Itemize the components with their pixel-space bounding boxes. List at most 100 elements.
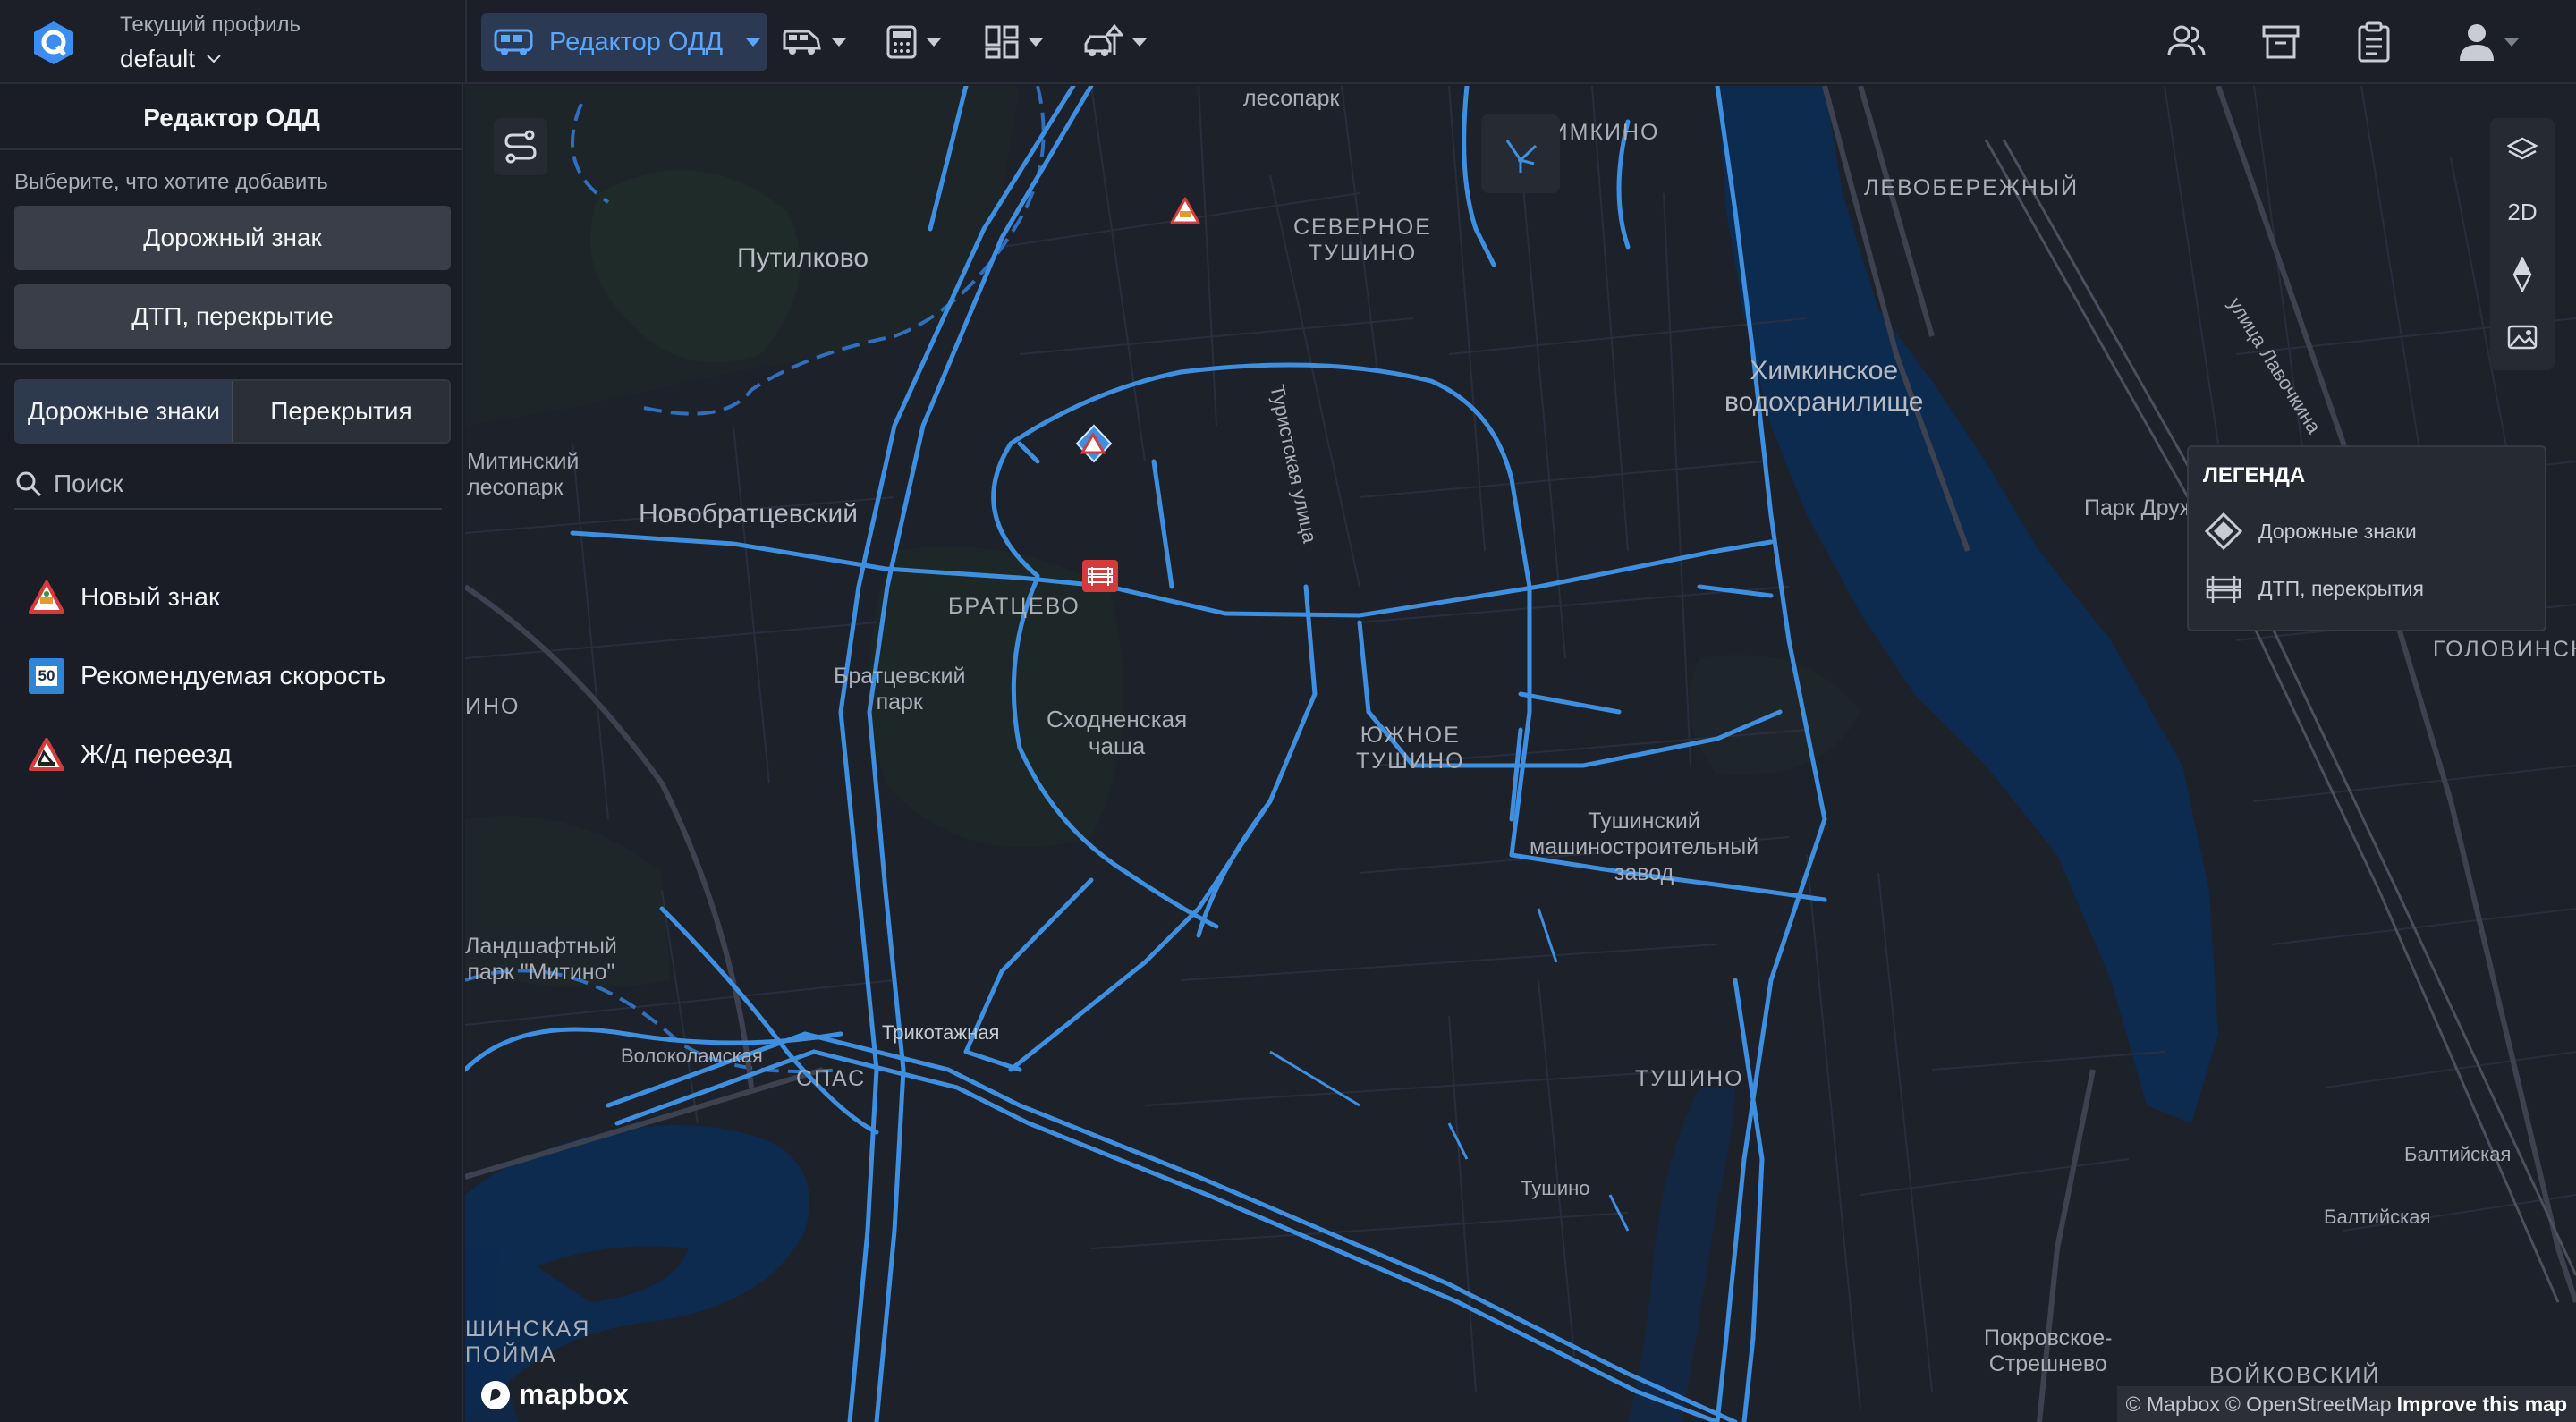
map-label: Митинский лесопарк <box>467 449 580 500</box>
sign-item-label: Рекомендуемая скорость <box>80 661 386 690</box>
barrier-icon <box>2206 576 2241 603</box>
map-attribution: © Mapbox © OpenStreetMap Improve this ma… <box>2116 1386 2576 1422</box>
warning-triangle-sign-icon <box>29 580 64 614</box>
legend-item: ДТП, перекрытия <box>2205 569 2424 608</box>
caret-down-icon <box>1132 38 1147 47</box>
map-label: Балтийская <box>2324 1206 2431 1228</box>
map-label: Тушинский машиностроительный завод <box>1530 808 1759 885</box>
caret-down-icon <box>927 38 941 47</box>
add-road-sign-button[interactable]: Дорожный знак <box>14 206 451 270</box>
measure-tool-button[interactable] <box>1481 114 1560 193</box>
map-controls-rail: 2D <box>2490 118 2555 370</box>
archive-icon[interactable] <box>2259 20 2302 64</box>
map-label: СЕВЕРНОЕ ТУШИНО <box>1293 215 1432 266</box>
sign-item-label: Ж/д переезд <box>80 740 232 769</box>
route-tool-button[interactable] <box>494 118 547 175</box>
caret-down-icon <box>832 38 846 47</box>
map-legend: ЛЕГЕНДА Дорожные знаки ДТП, перекрытия <box>2187 445 2546 631</box>
sign-item-speed[interactable]: 50 Рекомендуемая скорость <box>29 653 386 699</box>
add-incident-button[interactable]: ДТП, перекрытие <box>14 284 451 349</box>
dashboard-menu-button[interactable] <box>984 18 1043 66</box>
calculator-menu-button[interactable] <box>886 18 941 66</box>
car-sign-icon <box>1084 24 1123 56</box>
legend-item: Дорожные знаки <box>2205 512 2417 551</box>
speed-50-sign-icon: 50 <box>29 658 64 694</box>
top-bar: Текущий профиль default Редактор ОДД <box>0 0 2576 84</box>
tab-road-signs[interactable]: Дорожные знаки <box>16 381 233 442</box>
sign-item-label: Новый знак <box>80 582 220 612</box>
map-label: ЛЕВОБЕРЕЖНЫЙ <box>1864 175 2080 200</box>
divider <box>465 0 467 84</box>
map-label: Тушино <box>1521 1177 1590 1199</box>
clipboard-icon[interactable] <box>2352 20 2395 64</box>
mode-selector-button[interactable]: Редактор ОДД <box>481 13 767 71</box>
sign-item-new[interactable]: Новый знак <box>29 574 220 621</box>
compass-lines-icon <box>1505 140 1538 173</box>
caret-down-icon <box>746 38 761 47</box>
caret-down-icon <box>1029 38 1043 47</box>
profile-selector[interactable]: Текущий профиль default <box>120 13 301 73</box>
map-label: Балтийская <box>2404 1143 2512 1165</box>
calculator-icon <box>886 25 917 59</box>
improve-map-link[interactable]: Improve this map <box>2397 1392 2567 1417</box>
map-label: БРАТЦЕВО <box>948 594 1080 619</box>
sign-item-railway[interactable]: Ж/д переезд <box>29 732 232 778</box>
map-label: Новобратцевский <box>639 499 859 529</box>
chevron-down-icon <box>207 55 221 63</box>
minibus-icon <box>783 30 821 55</box>
incidents-menu-button[interactable] <box>1082 18 1147 66</box>
toggle-2d-button[interactable]: 2D <box>2490 181 2555 243</box>
users-icon[interactable] <box>2165 20 2207 64</box>
map-label: Трикотажная <box>882 1021 1000 1044</box>
mapbox-logo[interactable]: mapbox <box>479 1378 629 1411</box>
vehicles-menu-button[interactable] <box>782 18 846 66</box>
profile-value: default <box>120 45 196 72</box>
legend-title: ЛЕГЕНДА <box>2203 463 2306 487</box>
attribution-osm-link[interactable]: © OpenStreetMap <box>2225 1392 2392 1417</box>
divider <box>0 148 463 150</box>
profile-caption: Текущий профиль <box>120 13 301 37</box>
layers-icon <box>2507 137 2538 160</box>
compass-button[interactable] <box>2490 243 2555 306</box>
sidebar: Редактор ОДД Выберите, что хотите добави… <box>0 84 463 1422</box>
map-label: Путилково <box>737 243 869 273</box>
barrier-marker-icon[interactable] <box>1082 560 1118 592</box>
map-canvas[interactable]: лесопарк ХИМКИНО ЛЕВОБЕРЕЖНЫЙ Путилково … <box>465 86 2576 1422</box>
map-label: СПАС <box>796 1066 867 1091</box>
search-input[interactable] <box>54 470 429 498</box>
map-label: ЮЖНОЕ ТУШИНО <box>1356 723 1465 774</box>
map-label: Парк Друж <box>2084 495 2195 521</box>
map-label: Покровское- Стрешнево <box>1984 1325 2113 1376</box>
railway-crossing-sign-icon <box>29 738 64 771</box>
layers-button[interactable] <box>2490 118 2555 181</box>
route-icon <box>504 130 537 164</box>
add-hint: Выберите, что хотите добавить <box>14 170 328 194</box>
search-icon <box>16 471 42 497</box>
bus-icon <box>494 29 533 55</box>
map-label: Волоколамская <box>621 1045 763 1067</box>
legend-item-label: Дорожные знаки <box>2258 519 2417 543</box>
user-avatar-icon <box>2460 24 2494 61</box>
attribution-mapbox-link[interactable]: © Mapbox <box>2126 1392 2220 1417</box>
caret-down-icon <box>2504 38 2519 47</box>
mapbox-logo-icon <box>481 1380 510 1409</box>
map-label: ИНО <box>465 694 521 719</box>
user-menu-button[interactable] <box>2458 18 2519 66</box>
warning-sign-marker-icon[interactable] <box>1170 197 1200 225</box>
app-logo-icon[interactable] <box>30 20 77 66</box>
sidebar-tabs: Дорожные знаки Перекрытия <box>14 379 451 444</box>
map-label: лесопарк <box>1243 86 1340 111</box>
compass-icon <box>2512 257 2532 292</box>
mapbox-wordmark: mapbox <box>519 1378 629 1410</box>
tab-closures[interactable]: Перекрытия <box>233 381 449 442</box>
legend-item-label: ДТП, перекрытия <box>2258 576 2424 600</box>
map-label: ВОЙКОВСКИЙ <box>2209 1363 2381 1388</box>
map-label: ГОЛОВИНСК <box>2433 637 2576 662</box>
selected-sign-marker-icon[interactable] <box>1075 424 1113 463</box>
map-label: Химкинское водохранилище <box>1724 356 1924 417</box>
sidebar-title: Редактор ОДД <box>143 104 320 131</box>
image-icon <box>2507 325 2538 350</box>
search-box <box>14 460 442 510</box>
map-style-button[interactable] <box>2490 306 2555 368</box>
dashboard-grid-icon <box>985 25 1019 59</box>
